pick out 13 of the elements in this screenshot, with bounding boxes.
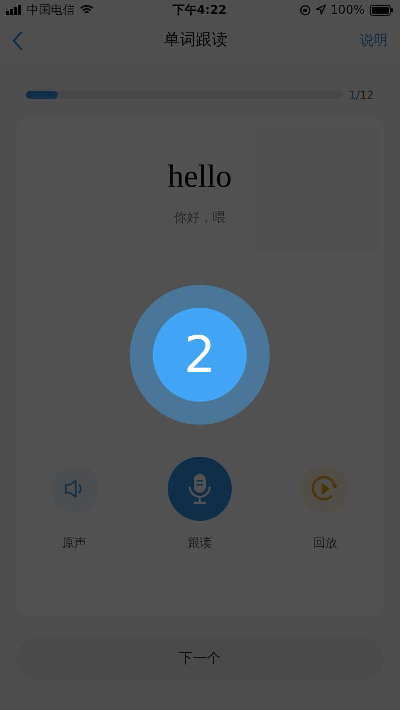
- lock-rotation-icon: [300, 4, 311, 16]
- carrier-name: 中国电信: [27, 2, 75, 18]
- help-link[interactable]: 说明: [360, 32, 388, 50]
- battery-icon: [370, 4, 394, 16]
- word-text: hello: [168, 158, 232, 195]
- microphone-icon: [188, 473, 212, 505]
- clock-time: 下午4:22: [173, 2, 227, 18]
- location-icon: [316, 5, 326, 15]
- wifi-icon: [80, 5, 94, 15]
- signal-icon: [6, 5, 22, 15]
- battery-percent: 100%: [330, 3, 365, 17]
- replay-icon: [311, 475, 340, 503]
- page-title: 单词跟读: [164, 30, 228, 51]
